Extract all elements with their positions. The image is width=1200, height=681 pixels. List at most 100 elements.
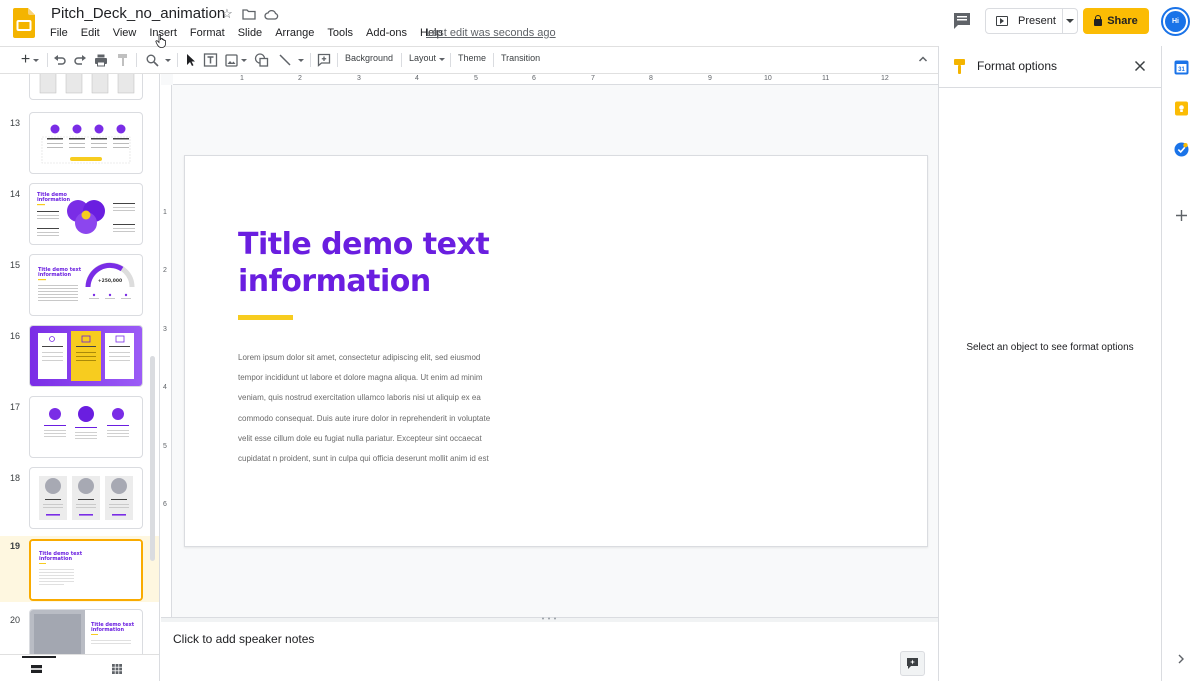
redo-icon[interactable] [73, 52, 87, 68]
slide-thumbnail[interactable] [29, 467, 143, 529]
slide-thumbnail[interactable]: Title demo text information [29, 539, 143, 601]
slide-thumbnail[interactable] [29, 112, 143, 174]
menu-bar: File Edit View Insert Format Slide Arran… [44, 26, 450, 41]
layout-button[interactable]: Layout [409, 53, 446, 63]
vertical-ruler[interactable]: 1 2 3 4 5 6 [161, 85, 172, 622]
ruler-tick: 1 [240, 75, 244, 82]
menu-format[interactable]: Format [184, 26, 232, 41]
slide-thumbnail[interactable]: Title demo information [29, 183, 143, 245]
close-icon[interactable] [1134, 60, 1146, 72]
slide-thumbnail[interactable] [29, 74, 143, 100]
slide-thumbnail-row[interactable]: 13 [0, 112, 159, 178]
ruler-tick: 8 [649, 75, 653, 82]
slide-canvas-area[interactable]: 1 2 3 4 5 6 7 8 9 10 11 12 1 2 3 4 5 6 T… [161, 74, 938, 622]
drag-handle-icon[interactable] [541, 617, 557, 620]
slide-body-text[interactable]: Lorem ipsum dolor sit amet, consectetur … [238, 348, 500, 469]
account-avatar[interactable]: Hi [1161, 7, 1190, 36]
ruler-tick: 2 [163, 267, 167, 274]
slide-thumbnail-row[interactable]: 17 [0, 396, 159, 462]
ruler-tick: 4 [415, 75, 419, 82]
slide-filmstrip[interactable]: 13 14 Title demo information 15 Title de… [0, 74, 160, 681]
print-icon[interactable] [94, 52, 108, 68]
menu-tools[interactable]: Tools [321, 26, 360, 41]
undo-icon[interactable] [53, 52, 67, 68]
slide-thumbnail-row-selected[interactable]: 19 Title demo text information [0, 536, 159, 602]
ruler-tick: 6 [163, 501, 167, 508]
slide-thumbnail[interactable] [29, 396, 143, 458]
toolbar-divider [337, 53, 338, 67]
select-cursor-icon[interactable] [184, 52, 197, 68]
slide-thumbnail-row[interactable] [0, 74, 159, 104]
format-options-panel: Format options Select an object to see f… [938, 46, 1161, 681]
svg-text:31: 31 [1178, 67, 1185, 73]
menu-arrange[interactable]: Arrange [269, 26, 321, 41]
filmstrip-view-icon[interactable] [31, 665, 42, 673]
present-icon [996, 16, 1008, 26]
calendar-icon[interactable]: 31 [1174, 60, 1189, 75]
document-title[interactable]: Pitch_Deck_no_animation [51, 5, 225, 22]
slide-thumbnail[interactable]: Title demo text information +250,000 [29, 254, 143, 316]
slide-thumbnail-row[interactable]: 14 Title demo information [0, 183, 159, 249]
new-slide-button[interactable]: + [17, 51, 43, 68]
slide-number: 17 [10, 402, 21, 412]
transition-button[interactable]: Transition [501, 53, 540, 63]
chevron-down-icon [164, 58, 171, 62]
comment-history-icon[interactable] [952, 12, 972, 30]
explore-button[interactable] [900, 651, 925, 676]
last-edit-link[interactable]: Last edit was seconds ago [426, 27, 556, 39]
format-paint-icon [954, 59, 965, 74]
background-button[interactable]: Background [345, 53, 393, 63]
present-button[interactable]: Present [985, 8, 1078, 34]
star-icon[interactable]: ☆ [219, 6, 235, 22]
menu-addons[interactable]: Add-ons [360, 26, 414, 41]
menu-edit[interactable]: Edit [75, 26, 107, 41]
slide-thumbnail-row[interactable]: 15 Title demo text information +250,000 [0, 254, 159, 320]
slide-title[interactable]: Title demo text information [238, 226, 558, 300]
current-slide[interactable]: Title demo text information Lorem ipsum … [184, 155, 928, 547]
line-icon [279, 54, 291, 66]
plus-icon: + [20, 51, 31, 68]
speaker-notes[interactable]: Click to add speaker notes [161, 622, 938, 681]
slide-number: 19 [10, 541, 21, 551]
speaker-notes-placeholder[interactable]: Click to add speaker notes [173, 632, 314, 646]
shape-icon[interactable] [254, 52, 269, 68]
title-bar: Pitch_Deck_no_animation ☆ File Edit View… [0, 0, 1200, 46]
format-options-empty-message: Select an object to see format options [966, 342, 1134, 353]
tasks-icon[interactable] [1174, 142, 1189, 157]
horizontal-ruler[interactable]: 1 2 3 4 5 6 7 8 9 10 11 12 [173, 74, 938, 85]
slide-thumbnail-row[interactable]: 18 [0, 467, 159, 533]
grid-view-icon[interactable] [112, 664, 122, 674]
move-folder-icon[interactable] [241, 6, 257, 22]
slide-number: 13 [10, 118, 21, 128]
add-comment-icon[interactable] [317, 52, 331, 68]
active-view-indicator [22, 656, 56, 658]
keep-icon[interactable] [1174, 101, 1189, 116]
cloud-status-icon[interactable] [263, 6, 279, 22]
line-button[interactable] [277, 52, 305, 68]
zoom-button[interactable] [143, 52, 173, 68]
slide-number: 20 [10, 615, 21, 625]
share-button[interactable]: Share [1083, 8, 1149, 34]
menu-file[interactable]: File [44, 26, 75, 41]
menu-view[interactable]: View [107, 26, 144, 41]
add-icon[interactable] [1174, 208, 1189, 223]
collapse-menus-icon[interactable] [918, 54, 928, 64]
insert-image-button[interactable] [224, 52, 248, 68]
theme-button[interactable]: Theme [458, 53, 486, 63]
explore-icon [907, 658, 918, 669]
side-apps-panel: 31 [1161, 46, 1200, 681]
text-box-icon[interactable] [203, 52, 218, 68]
thumbnail-title: Title demo text information [91, 622, 135, 633]
slide-thumbnail[interactable] [29, 325, 143, 387]
toolbar: + Background Layout Theme Transition [0, 46, 938, 74]
slide-number: 14 [10, 189, 21, 199]
slide-thumbnail-row[interactable]: 16 [0, 325, 159, 391]
present-options-chevron-icon[interactable] [1066, 19, 1074, 23]
filmstrip-scrollbar[interactable] [150, 356, 155, 561]
paint-format-icon[interactable] [116, 52, 130, 68]
chevron-right-icon[interactable] [1177, 654, 1185, 664]
slides-logo-icon[interactable] [13, 8, 35, 38]
menu-slide[interactable]: Slide [232, 26, 269, 41]
slide-accent-bar[interactable] [238, 315, 293, 320]
slide-preview [39, 476, 133, 520]
